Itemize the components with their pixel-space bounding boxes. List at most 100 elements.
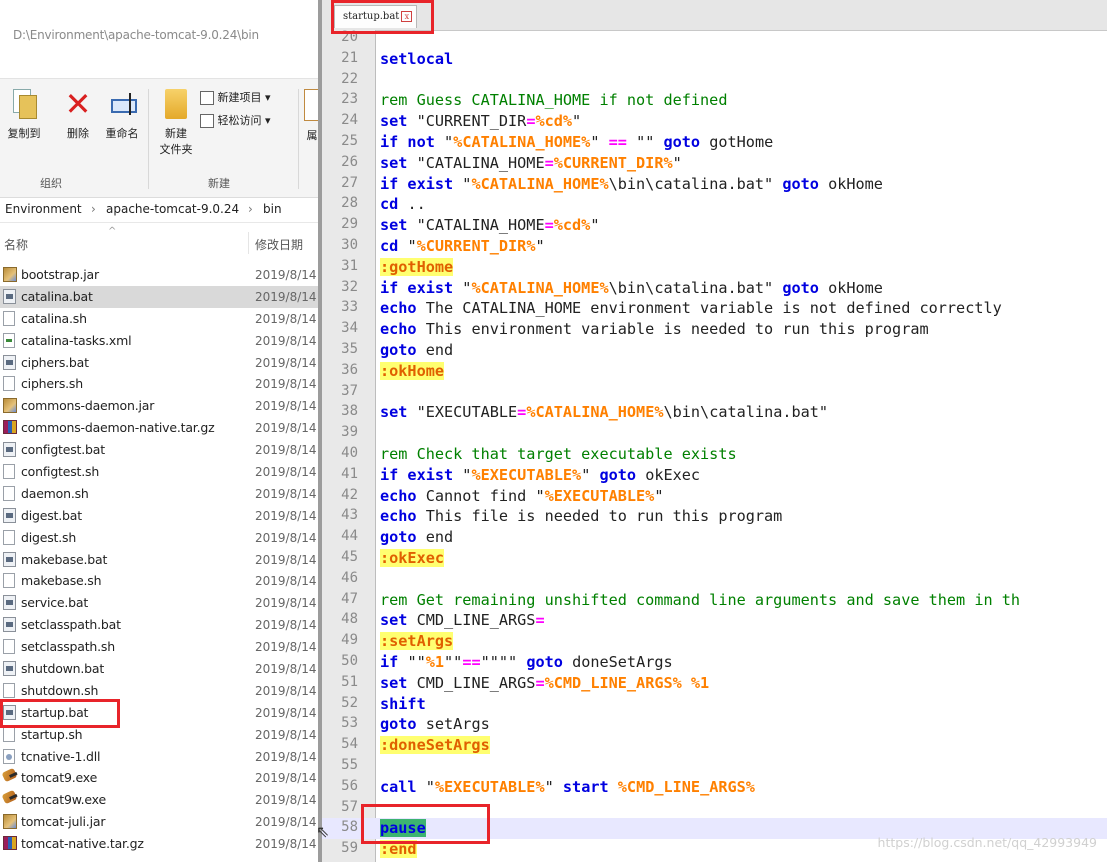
code-line[interactable]: 42 echo Cannot find "%EXECUTABLE%" (322, 486, 1107, 507)
address-path[interactable]: D:\Environment\apache-tomcat-9.0.24\bin (13, 28, 259, 42)
rename-button[interactable]: 重命名 (100, 89, 144, 141)
line-number: 46 (341, 569, 358, 586)
code-line[interactable]: 56 call "%EXECUTABLE%" start %CMD_LINE_AR… (322, 777, 1107, 798)
code-line[interactable]: 29 set "CATALINA_HOME=%cd%" (322, 215, 1107, 236)
file-row[interactable]: ciphers.sh 2019/8/14 (0, 373, 320, 395)
code-line[interactable]: 25 if not "%CATALINA_HOME%" == "" goto go… (322, 132, 1107, 153)
token-vr: %CURRENT_DIR% (553, 153, 673, 172)
code-line[interactable]: 49:setArgs (322, 631, 1107, 652)
token-kw: set (380, 611, 408, 630)
token-pl: Cannot find " (416, 486, 545, 505)
code-line[interactable]: 22 (322, 70, 1107, 91)
file-date: 2019/8/14 (255, 486, 317, 501)
file-row[interactable]: commons-daemon-native.tar.gz 2019/8/14 (0, 417, 320, 439)
file-row[interactable]: bootstrap.jar 2019/8/14 (0, 264, 320, 286)
code-line[interactable]: 20 (322, 28, 1107, 49)
code-line[interactable]: 45:okExec (322, 548, 1107, 569)
delete-button[interactable]: ✕ 删除 (58, 88, 98, 141)
breadcrumb-item[interactable]: bin (263, 202, 282, 216)
code-line[interactable]: 21 setlocal (322, 49, 1107, 70)
code-line[interactable]: 38 set "EXECUTABLE=%CATALINA_HOME%\bin\ca… (322, 402, 1107, 423)
file-row[interactable]: digest.sh 2019/8/14 (0, 527, 320, 549)
file-date: 2019/8/14 (255, 333, 317, 348)
file-row[interactable]: makebase.sh 2019/8/14 (0, 570, 320, 592)
column-name[interactable]: 名称 (4, 236, 28, 253)
code-line[interactable]: 53 goto setArgs (322, 714, 1107, 735)
breadcrumb[interactable]: Environment › apache-tomcat-9.0.24 › bin (0, 198, 320, 223)
line-text: set "CATALINA_HOME=%CURRENT_DIR%" (380, 153, 682, 174)
file-row[interactable]: catalina.sh 2019/8/14 (0, 308, 320, 330)
file-row[interactable]: ciphers.bat 2019/8/14 (0, 352, 320, 374)
file-date: 2019/8/14 (255, 289, 317, 304)
code-line[interactable]: 37 (322, 382, 1107, 403)
code-area[interactable]: 20 21 setlocal 22 23 rem Guess CATALINA_HOME … (322, 28, 1107, 862)
file-row[interactable]: catalina.bat 2019/8/14 (0, 285, 320, 308)
code-line[interactable]: 28 cd .. (322, 194, 1107, 215)
file-row[interactable]: tomcat9.exe 2019/8/14 (0, 767, 320, 789)
file-row[interactable]: makebase.bat 2019/8/14 (0, 549, 320, 571)
token-kw: shift (380, 694, 426, 713)
code-line[interactable]: 35 goto end (322, 340, 1107, 361)
column-divider[interactable] (248, 232, 249, 254)
line-number: 22 (341, 70, 358, 87)
code-line[interactable]: 33 echo The CATALINA_HOME environment var… (322, 298, 1107, 319)
line-number: 33 (341, 299, 358, 316)
code-line[interactable]: 52 shift (322, 694, 1107, 715)
file-row[interactable]: setclasspath.sh 2019/8/14 (0, 636, 320, 658)
file-row[interactable]: catalina-tasks.xml 2019/8/14 (0, 330, 320, 352)
code-line[interactable]: 23 rem Guess CATALINA_HOME if not defined (322, 90, 1107, 111)
code-line[interactable]: 51 set CMD_LINE_ARGS=%CMD_LINE_ARGS% %1 (322, 673, 1107, 694)
code-line[interactable]: 26 set "CATALINA_HOME=%CURRENT_DIR%" (322, 153, 1107, 174)
token-kw: goto (526, 653, 563, 671)
code-line[interactable]: 30 cd "%CURRENT_DIR%" (322, 236, 1107, 257)
file-row[interactable]: shutdown.bat 2019/8/14 (0, 658, 320, 680)
column-date-modified[interactable]: 修改日期 (255, 236, 303, 253)
file-row[interactable]: digest.bat 2019/8/14 (0, 505, 320, 527)
file-row[interactable]: configtest.sh 2019/8/14 (0, 461, 320, 483)
token-op: = (544, 153, 554, 172)
file-row[interactable]: tcnative-1.dll 2019/8/14 (0, 746, 320, 768)
easy-access-button[interactable]: 轻松访问 ▾ (200, 112, 271, 128)
copy-to-icon (11, 89, 37, 119)
code-line[interactable]: 27 if exist "%CATALINA_HOME%\bin\catalina… (322, 174, 1107, 195)
code-line[interactable]: 44 goto end (322, 527, 1107, 548)
line-text: :setArgs (380, 631, 454, 652)
code-line[interactable]: 40 rem Check that target executable exist… (322, 444, 1107, 465)
code-line[interactable]: 55 (322, 756, 1107, 777)
code-line[interactable]: 36:okHome (322, 361, 1107, 382)
new-folder-button[interactable]: 新建 文件夹 (154, 89, 198, 157)
code-line[interactable]: 34 echo This environment variable is need… (322, 319, 1107, 340)
code-line[interactable]: 47 rem Get remaining unshifted command li… (322, 590, 1107, 611)
file-row[interactable]: tomcat-native.tar.gz 2019/8/14 (0, 833, 320, 855)
code-line[interactable]: 43 echo This file is needed to run this p… (322, 506, 1107, 527)
file-row[interactable]: tomcat9w.exe 2019/8/14 (0, 789, 320, 811)
file-row[interactable]: configtest.bat 2019/8/14 (0, 439, 320, 461)
doc-file-icon (3, 726, 15, 742)
file-date: 2019/8/14 (255, 465, 317, 480)
line-text: :okExec (380, 548, 445, 569)
new-item-button[interactable]: 新建项目 ▾ (200, 89, 271, 105)
code-line[interactable]: 32 if exist "%CATALINA_HOME%\bin\catalina… (322, 278, 1107, 299)
file-row[interactable]: commons-daemon.jar 2019/8/14 (0, 395, 320, 417)
code-line[interactable]: 39 (322, 423, 1107, 444)
line-number: 59 (341, 840, 358, 857)
code-line[interactable]: 24 set "CURRENT_DIR=%cd%" (322, 111, 1107, 132)
breadcrumb-item[interactable]: Environment (5, 202, 82, 216)
code-line[interactable]: 48 set CMD_LINE_ARGS= (322, 610, 1107, 631)
code-line[interactable]: 50 if ""%1""=="""" goto doneSetArgs (322, 652, 1107, 673)
address-bar[interactable]: D:\Environment\apache-tomcat-9.0.24\bin (0, 0, 320, 78)
copy-to-button[interactable]: 复制到 (4, 89, 44, 141)
rename-icon (107, 89, 137, 119)
code-line[interactable]: 46 (322, 569, 1107, 590)
file-row[interactable]: service.bat 2019/8/14 (0, 592, 320, 614)
breadcrumb-item[interactable]: apache-tomcat-9.0.24 (106, 202, 239, 216)
file-date: 2019/8/14 (255, 662, 317, 677)
file-row[interactable]: setclasspath.bat 2019/8/14 (0, 614, 320, 636)
token-vr: %cd% (535, 112, 573, 131)
file-row[interactable]: tomcat-juli.jar 2019/8/14 (0, 811, 320, 833)
token-kw: set (380, 112, 408, 131)
code-line[interactable]: 41 if exist "%EXECUTABLE%" goto okExec (322, 465, 1107, 486)
code-line[interactable]: 54:doneSetArgs (322, 735, 1107, 756)
file-row[interactable]: daemon.sh 2019/8/14 (0, 483, 320, 505)
code-line[interactable]: 31:gotHome (322, 257, 1107, 278)
